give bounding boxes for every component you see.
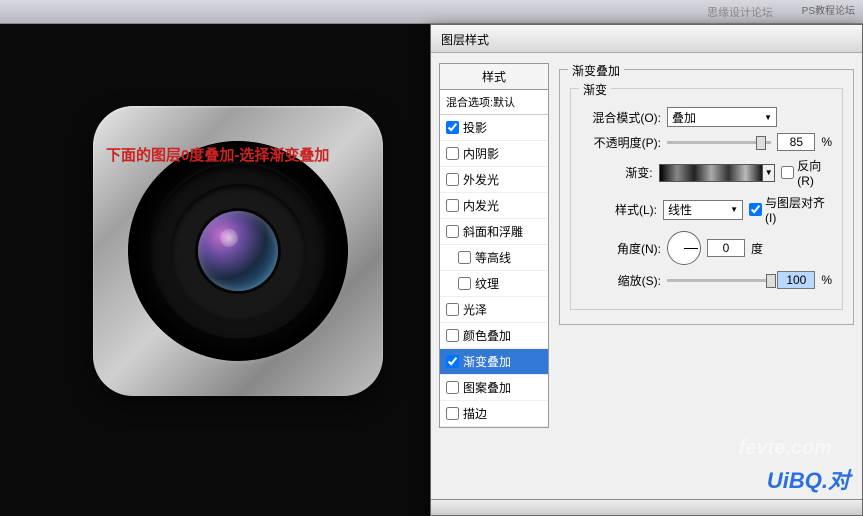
style-item-label: 投影 xyxy=(463,119,487,136)
style-item-图案叠加[interactable]: 图案叠加 xyxy=(440,375,548,401)
watermark-text: 思缘设计论坛 xyxy=(707,4,773,20)
style-checkbox[interactable] xyxy=(446,225,459,238)
style-checkbox[interactable] xyxy=(446,407,459,420)
style-item-内发光[interactable]: 内发光 xyxy=(440,193,548,219)
style-item-label: 描边 xyxy=(463,405,487,422)
styles-list-panel: 样式 混合选项:默认 投影内阴影外发光内发光斜面和浮雕等高线纹理光泽颜色叠加渐变… xyxy=(439,63,549,428)
style-item-等高线[interactable]: 等高线 xyxy=(440,245,548,271)
canvas-area[interactable]: 下面的图层0度叠加-选择渐变叠加 xyxy=(0,24,430,516)
style-item-label: 内发光 xyxy=(463,197,499,214)
watermark-fevte: fevte.com xyxy=(739,437,832,460)
style-item-label: 等高线 xyxy=(475,249,511,266)
watermark-uibq: UiBQ.对 xyxy=(767,463,850,495)
gradient-label: 渐变: xyxy=(581,164,653,181)
style-checkbox[interactable] xyxy=(446,381,459,394)
style-item-斜面和浮雕[interactable]: 斜面和浮雕 xyxy=(440,219,548,245)
lens-highlight xyxy=(220,229,238,247)
angle-dial[interactable] xyxy=(667,231,701,265)
style-select[interactable]: 线性 ▼ xyxy=(663,200,743,220)
lens-ring-outer xyxy=(128,141,348,361)
chevron-down-icon: ▼ xyxy=(730,205,738,214)
style-item-内阴影[interactable]: 内阴影 xyxy=(440,141,548,167)
chevron-down-icon: ▼ xyxy=(764,113,772,122)
lens-glass xyxy=(198,211,278,291)
opacity-input[interactable] xyxy=(777,133,815,151)
style-checkbox[interactable] xyxy=(446,121,459,134)
gradient-picker[interactable]: ▼ xyxy=(659,164,776,182)
style-value: 线性 xyxy=(668,201,692,218)
reverse-label: 反向(R) xyxy=(797,157,832,188)
style-checkbox[interactable] xyxy=(458,251,471,264)
canvas[interactable]: 下面的图层0度叠加-选择渐变叠加 xyxy=(18,24,430,516)
scale-slider[interactable] xyxy=(667,279,771,282)
style-item-label: 外发光 xyxy=(463,171,499,188)
gradient-overlay-settings: 渐变叠加 渐变 混合模式(O): 叠加 ▼ 不透明度(P): % xyxy=(559,63,854,325)
opacity-unit: % xyxy=(821,135,832,149)
opacity-slider[interactable] xyxy=(667,141,771,144)
angle-label: 角度(N): xyxy=(581,240,661,257)
style-label: 样式(L): xyxy=(581,201,657,218)
opacity-label: 不透明度(P): xyxy=(581,134,661,151)
style-item-描边[interactable]: 描边 xyxy=(440,401,548,427)
dialog-title-text: 图层样式 xyxy=(441,33,489,47)
angle-input[interactable] xyxy=(707,239,745,257)
angle-unit: 度 xyxy=(751,240,763,257)
style-checkbox[interactable] xyxy=(446,173,459,186)
watermark-text-2: PS教程论坛 xyxy=(802,2,855,17)
style-item-颜色叠加[interactable]: 颜色叠加 xyxy=(440,323,548,349)
style-item-渐变叠加[interactable]: 渐变叠加 xyxy=(440,349,548,375)
chevron-down-icon[interactable]: ▼ xyxy=(762,165,774,181)
style-item-纹理[interactable]: 纹理 xyxy=(440,271,548,297)
style-item-光泽[interactable]: 光泽 xyxy=(440,297,548,323)
scale-unit: % xyxy=(821,273,832,287)
style-item-label: 纹理 xyxy=(475,275,499,292)
slider-thumb[interactable] xyxy=(756,136,766,150)
style-checkbox[interactable] xyxy=(446,199,459,212)
layer-style-dialog: 图层样式 样式 混合选项:默认 投影内阴影外发光内发光斜面和浮雕等高线纹理光泽颜… xyxy=(430,24,863,516)
style-checkbox[interactable] xyxy=(458,277,471,290)
style-item-投影[interactable]: 投影 xyxy=(440,115,548,141)
style-item-label: 斜面和浮雕 xyxy=(463,223,523,240)
style-item-label: 光泽 xyxy=(463,301,487,318)
style-item-外发光[interactable]: 外发光 xyxy=(440,167,548,193)
horizontal-scrollbar[interactable] xyxy=(431,499,862,515)
reverse-checkbox-input[interactable] xyxy=(781,166,794,179)
blending-options-default[interactable]: 混合选项:默认 xyxy=(440,90,548,115)
group-title: 渐变叠加 xyxy=(568,62,624,79)
scale-input[interactable] xyxy=(777,271,815,289)
style-checkbox[interactable] xyxy=(446,147,459,160)
style-checkbox[interactable] xyxy=(446,329,459,342)
style-item-label: 颜色叠加 xyxy=(463,327,511,344)
style-item-label: 图案叠加 xyxy=(463,379,511,396)
annotation-text: 下面的图层0度叠加-选择渐变叠加 xyxy=(106,144,329,165)
align-checkbox-input[interactable] xyxy=(749,203,762,216)
align-label: 与图层对齐(I) xyxy=(765,194,832,225)
application-titlebar: 思缘设计论坛 PS教程论坛 xyxy=(0,0,863,24)
lens-ring-inner xyxy=(171,184,306,319)
style-checkbox[interactable] xyxy=(446,355,459,368)
blend-mode-select[interactable]: 叠加 ▼ xyxy=(667,107,777,127)
style-item-label: 内阴影 xyxy=(463,145,499,162)
inner-group-title: 渐变 xyxy=(579,81,611,98)
align-checkbox[interactable]: 与图层对齐(I) xyxy=(749,194,832,225)
reverse-checkbox[interactable]: 反向(R) xyxy=(781,157,832,188)
scale-label: 缩放(S): xyxy=(581,272,661,289)
blend-mode-value: 叠加 xyxy=(672,109,696,126)
lens-ring-mid xyxy=(151,164,326,339)
styles-list-header[interactable]: 样式 xyxy=(440,64,548,90)
blend-mode-label: 混合模式(O): xyxy=(581,109,661,126)
style-checkbox[interactable] xyxy=(446,303,459,316)
slider-thumb[interactable] xyxy=(766,274,776,288)
dialog-titlebar[interactable]: 图层样式 xyxy=(431,25,862,53)
style-item-label: 渐变叠加 xyxy=(463,353,511,370)
